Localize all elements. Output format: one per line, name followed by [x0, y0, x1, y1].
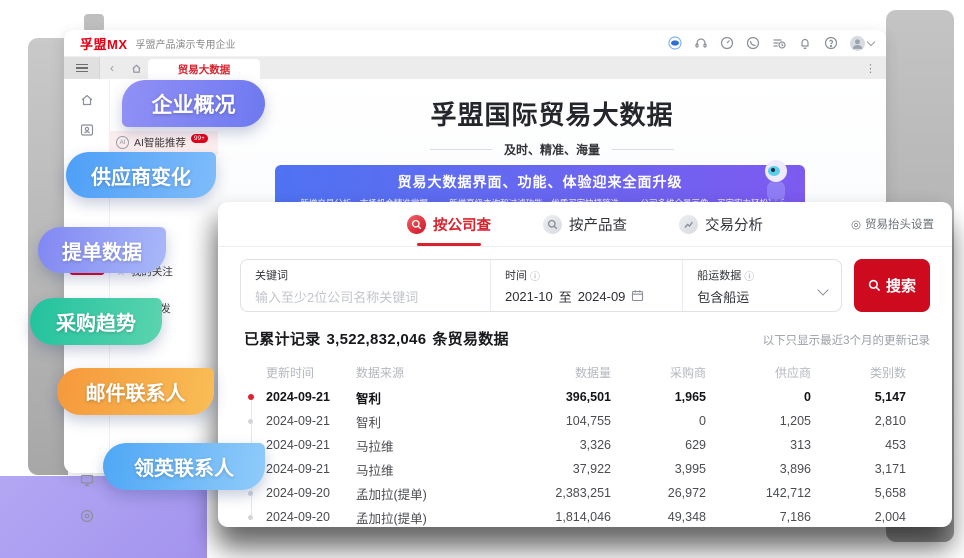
tag-supplier-changes[interactable]: 供应商变化	[66, 152, 216, 198]
table-row[interactable]: 2024-09-21马拉维 3,326629 313453	[240, 433, 930, 457]
record-count-text: 已累计记录3,522,832,046条贸易数据	[244, 328, 509, 349]
sidebar-item-label: AI智能推荐	[134, 135, 186, 150]
trade-header-settings-button[interactable]: ◎ 贸易抬头设置	[851, 216, 934, 232]
phone-icon[interactable]	[746, 36, 760, 50]
headset-icon[interactable]	[694, 36, 708, 50]
table-row[interactable]: 2024-09-20孟加拉(提单) 2,383,25126,972 142,71…	[240, 481, 930, 505]
time-separator: 至	[559, 287, 572, 306]
more-options-icon[interactable]: ⋮	[865, 57, 886, 79]
timeline-dot	[248, 419, 253, 424]
timeline-dot	[248, 394, 254, 400]
back-button[interactable]: ‹	[100, 57, 124, 79]
topbar-icon-group	[668, 36, 874, 51]
tag-company-overview[interactable]: 企业概况	[122, 80, 265, 127]
info-icon: ⓘ	[530, 268, 540, 283]
search-panel: 按公司查 按产品查 交易分析 ◎ 贸易抬头设置 关键词 输入至少2位公司名称关键…	[218, 202, 952, 527]
settings-icon: ◎	[851, 217, 861, 231]
analysis-icon	[679, 215, 698, 234]
time-from-value[interactable]: 2021-10	[505, 289, 553, 304]
calendar-icon[interactable]	[631, 289, 644, 305]
keyword-label: 关键词	[255, 267, 476, 283]
home-icon[interactable]	[124, 57, 148, 79]
page-title: 孚盟国际贸易大数据	[218, 95, 886, 132]
target-nav-icon[interactable]	[78, 507, 96, 525]
app-topbar: 孚盟MX 孚盟产品演示专用企业	[64, 30, 886, 57]
time-to-value[interactable]: 2024-09	[578, 289, 626, 304]
table-row[interactable]: 2024-09-21智利 104,7550 1,2052,810	[240, 409, 930, 433]
sidebar-item-ai-recommend[interactable]: AI AI智能推荐 99+	[116, 135, 208, 150]
tag-linkedin-contacts[interactable]: 领英联系人	[103, 443, 265, 490]
table-header: 更新时间 数据来源 数据量 采购商 供应商 类别数	[240, 359, 930, 385]
product-search-icon	[543, 215, 562, 234]
time-range-field[interactable]: 时间 ⓘ 2021-10 至 2024-09	[490, 260, 682, 311]
search-form: 关键词 输入至少2位公司名称关键词 时间 ⓘ 2021-10 至 2024-09	[218, 247, 952, 312]
bell-icon[interactable]	[798, 36, 812, 50]
stats-row: 已累计记录3,522,832,046条贸易数据 以下只显示最近3个月的更新记录	[218, 312, 952, 349]
fumeng-logo: 孚盟MX	[80, 34, 128, 53]
eye-icon[interactable]	[668, 36, 682, 50]
history-list-icon[interactable]	[772, 36, 786, 50]
monitor-nav-icon[interactable]	[78, 471, 96, 489]
keyword-placeholder: 输入至少2位公司名称关键词	[255, 287, 476, 306]
timeline-dot	[248, 491, 253, 496]
tab-search-by-product[interactable]: 按产品查	[543, 202, 627, 246]
shipping-value: 包含船运	[697, 287, 827, 306]
timeline-dot	[248, 515, 253, 520]
contacts-nav-icon[interactable]	[78, 121, 96, 139]
user-menu[interactable]	[850, 36, 874, 51]
help-icon[interactable]	[824, 36, 838, 50]
table-row[interactable]: 2024-09-21智利 396,5011,965 05,147	[240, 385, 930, 409]
chevron-down-icon	[867, 38, 875, 46]
shipping-label: 船运数据 ⓘ	[697, 267, 827, 283]
info-icon: ⓘ	[744, 268, 754, 283]
tab-search-by-company[interactable]: 按公司查	[407, 202, 491, 246]
keyword-field[interactable]: 关键词 输入至少2位公司名称关键词	[241, 260, 490, 311]
home-nav-icon[interactable]	[78, 91, 96, 109]
menu-burger-icon[interactable]	[64, 57, 100, 79]
table-row[interactable]: 2024-09-21马拉维 37,9223,995 3,8963,171	[240, 457, 930, 481]
tab-trade-big-data[interactable]: 贸易大数据	[148, 59, 260, 79]
search-button[interactable]: 搜索	[854, 259, 930, 312]
record-count-number: 3,522,832,046	[327, 331, 427, 348]
tag-purchase-trends[interactable]: 采购趋势	[30, 298, 162, 345]
tag-bill-of-lading[interactable]: 提单数据	[38, 227, 166, 273]
avatar	[850, 36, 865, 51]
table-row[interactable]: 2024-09-20孟加拉(提单) 1,814,04649,348 7,1862…	[240, 505, 930, 529]
count-badge: 99+	[191, 134, 208, 143]
company-search-icon	[407, 215, 426, 234]
tag-email-contacts[interactable]: 邮件联系人	[57, 368, 214, 415]
banner-title: 贸易大数据界面、功能、体验迎来全面升级	[275, 172, 805, 192]
search-tabs: 按公司查 按产品查 交易分析 ◎ 贸易抬头设置	[218, 202, 952, 247]
shipping-data-select[interactable]: 船运数据 ⓘ 包含船运	[682, 260, 841, 311]
recent-note: 以下只显示最近3个月的更新记录	[763, 332, 930, 348]
time-label: 时间 ⓘ	[505, 267, 668, 283]
browser-tabbar: ‹ 贸易大数据 ⋮	[64, 57, 886, 79]
gauge-icon[interactable]	[720, 36, 734, 50]
update-table: 更新时间 数据来源 数据量 采购商 供应商 类别数 2024-09-21智利 3…	[218, 349, 952, 529]
tab-transaction-analysis[interactable]: 交易分析	[679, 202, 763, 246]
company-name-label: 孚盟产品演示专用企业	[136, 36, 236, 51]
ai-icon: AI	[116, 136, 129, 149]
